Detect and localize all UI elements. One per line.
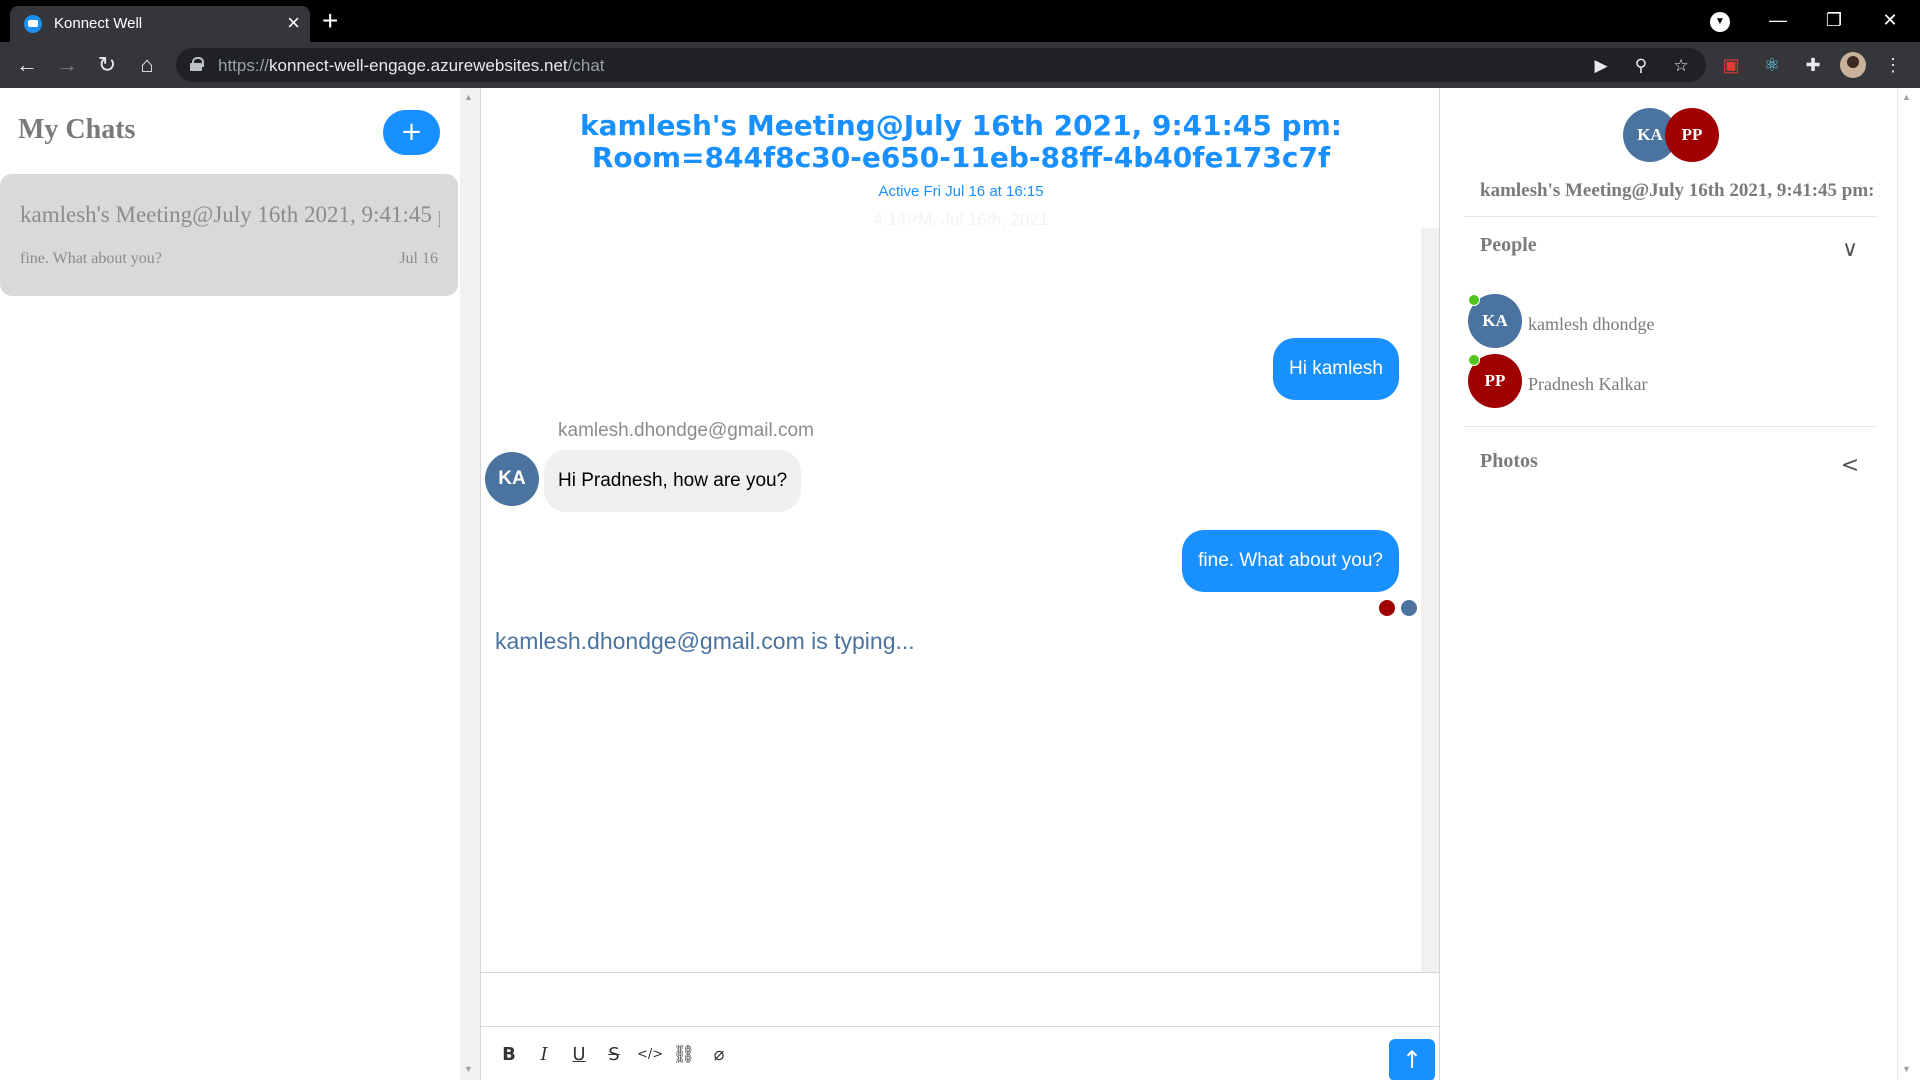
restore-icon[interactable]: ❐ bbox=[1806, 0, 1862, 40]
online-status-indicator bbox=[1468, 354, 1480, 366]
bookmark-star-icon[interactable]: ☆ bbox=[1670, 55, 1692, 77]
message-input[interactable] bbox=[481, 973, 1439, 1027]
chevron-left-icon[interactable]: < bbox=[1836, 452, 1864, 480]
attachment-icon[interactable]: ⌀ bbox=[707, 1043, 731, 1067]
message-composer: B I U S </> ⛓ ⌀ ↑ bbox=[481, 972, 1439, 1080]
tab-close-icon[interactable]: × bbox=[287, 10, 300, 36]
bold-icon[interactable]: B bbox=[497, 1043, 521, 1067]
tab-title: Konnect Well bbox=[54, 15, 143, 32]
chevron-down-icon[interactable]: ∨ bbox=[1836, 236, 1864, 264]
home-icon[interactable]: ⌂ bbox=[132, 50, 162, 80]
camera-icon[interactable]: ▶ bbox=[1590, 55, 1612, 77]
react-devtools-icon[interactable]: ⚛ bbox=[1761, 54, 1783, 76]
chat-app: My Chats + kamlesh's Meeting@July 16th 2… bbox=[0, 88, 1920, 1080]
read-receipt-avatar bbox=[1401, 600, 1417, 616]
sender-avatar: KA bbox=[485, 452, 539, 506]
online-status-indicator bbox=[1468, 294, 1480, 306]
message-bubble-outgoing[interactable]: Hi kamlesh bbox=[1273, 338, 1399, 400]
back-icon[interactable]: ← bbox=[12, 50, 42, 80]
chat-card-date: Jul 16 bbox=[399, 250, 438, 267]
chat-feed-panel: kamlesh's Meeting@July 16th 2021, 9:41:4… bbox=[480, 88, 1440, 1080]
chat-card-last-message: fine. What about you? bbox=[20, 250, 162, 267]
chat-details-panel: KA PP kamlesh's Meeting@July 16th 2021, … bbox=[1440, 88, 1920, 1080]
link-icon[interactable]: ⛓ bbox=[672, 1043, 696, 1067]
chat-title: kamlesh's Meeting@July 16th 2021, 9:41:4… bbox=[580, 109, 1342, 174]
profile-dropdown-icon[interactable]: ▼ bbox=[1710, 12, 1730, 32]
details-scrollbar[interactable]: ▲ ▼ bbox=[1897, 88, 1920, 1080]
typing-indicator: kamlesh.dhondge@gmail.com is typing... bbox=[495, 628, 915, 654]
chat-card[interactable]: kamlesh's Meeting@July 16th 2021, 9:41:4… bbox=[0, 174, 458, 296]
send-button[interactable]: ↑ bbox=[1389, 1039, 1435, 1080]
scroll-up-icon[interactable]: ▲ bbox=[464, 92, 473, 102]
code-icon[interactable]: </> bbox=[637, 1043, 663, 1067]
photos-heading: Photos bbox=[1480, 450, 1538, 472]
browser-tab-strip: Konnect Well × + ▼ — ❐ ✕ bbox=[0, 0, 1920, 42]
scroll-up-icon[interactable]: ▲ bbox=[1902, 92, 1911, 102]
chat-list-panel: My Chats + kamlesh's Meeting@July 16th 2… bbox=[0, 88, 460, 1080]
message-sender: kamlesh.dhondge@gmail.com bbox=[558, 420, 814, 441]
people-heading: People bbox=[1480, 234, 1537, 256]
chat-card-title: kamlesh's Meeting@July 16th 2021, 9:41:4… bbox=[20, 202, 440, 227]
message-timestamp: 4:14PM, Jul 16th, 2021 bbox=[873, 210, 1049, 229]
extensions-puzzle-icon[interactable]: ✚ bbox=[1802, 54, 1824, 76]
window-close-icon[interactable]: ✕ bbox=[1862, 0, 1918, 40]
strikethrough-icon[interactable]: S bbox=[602, 1043, 626, 1067]
new-chat-button[interactable]: + bbox=[383, 110, 440, 155]
person-name: Pradnesh Kalkar bbox=[1528, 374, 1648, 394]
app-favicon-icon bbox=[24, 15, 42, 33]
person-name: kamlesh dhondge bbox=[1528, 314, 1655, 334]
reload-icon[interactable]: ↻ bbox=[92, 50, 122, 80]
browser-menu-icon[interactable]: ⋮ bbox=[1882, 54, 1904, 76]
scroll-down-icon[interactable]: ▼ bbox=[464, 1064, 473, 1074]
zoom-icon[interactable]: ⚲ bbox=[1630, 55, 1652, 77]
divider bbox=[1464, 426, 1878, 427]
chat-list-scrollbar[interactable]: ▲ ▼ bbox=[460, 88, 480, 1080]
browser-tab[interactable]: Konnect Well × bbox=[10, 6, 310, 42]
scroll-down-icon[interactable]: ▼ bbox=[1902, 1064, 1911, 1074]
minimize-icon[interactable]: — bbox=[1750, 0, 1806, 40]
member-avatar: PP bbox=[1665, 108, 1719, 162]
pocket-extension-icon[interactable]: ▣ bbox=[1720, 54, 1742, 76]
read-receipt-avatar bbox=[1379, 600, 1395, 616]
lock-icon[interactable] bbox=[190, 57, 204, 71]
divider bbox=[1464, 216, 1878, 217]
details-chat-title: kamlesh's Meeting@July 16th 2021, 9:41:4… bbox=[1480, 180, 1880, 201]
underline-icon[interactable]: U bbox=[567, 1043, 591, 1067]
message-list-scrollbar[interactable] bbox=[1421, 228, 1439, 972]
forward-icon[interactable]: → bbox=[52, 50, 82, 80]
browser-toolbar: ← → ↻ ⌂ https://konnect-well-engage.azur… bbox=[0, 42, 1920, 88]
message-list: Hi kamlesh kamlesh.dhondge@gmail.com KA … bbox=[481, 228, 1421, 972]
profile-avatar[interactable] bbox=[1840, 52, 1866, 78]
message-bubble-outgoing[interactable]: fine. What about you? bbox=[1182, 530, 1399, 592]
new-tab-icon[interactable]: + bbox=[322, 2, 338, 40]
italic-icon[interactable]: I bbox=[532, 1043, 556, 1067]
active-status: Active Fri Jul 16 at 16:15 bbox=[878, 183, 1044, 200]
message-bubble-incoming[interactable]: Hi Pradnesh, how are you? bbox=[544, 450, 802, 512]
chat-list-heading: My Chats bbox=[18, 114, 136, 145]
url-text: https://konnect-well-engage.azurewebsite… bbox=[218, 56, 605, 75]
address-bar[interactable]: https://konnect-well-engage.azurewebsite… bbox=[176, 48, 1706, 82]
